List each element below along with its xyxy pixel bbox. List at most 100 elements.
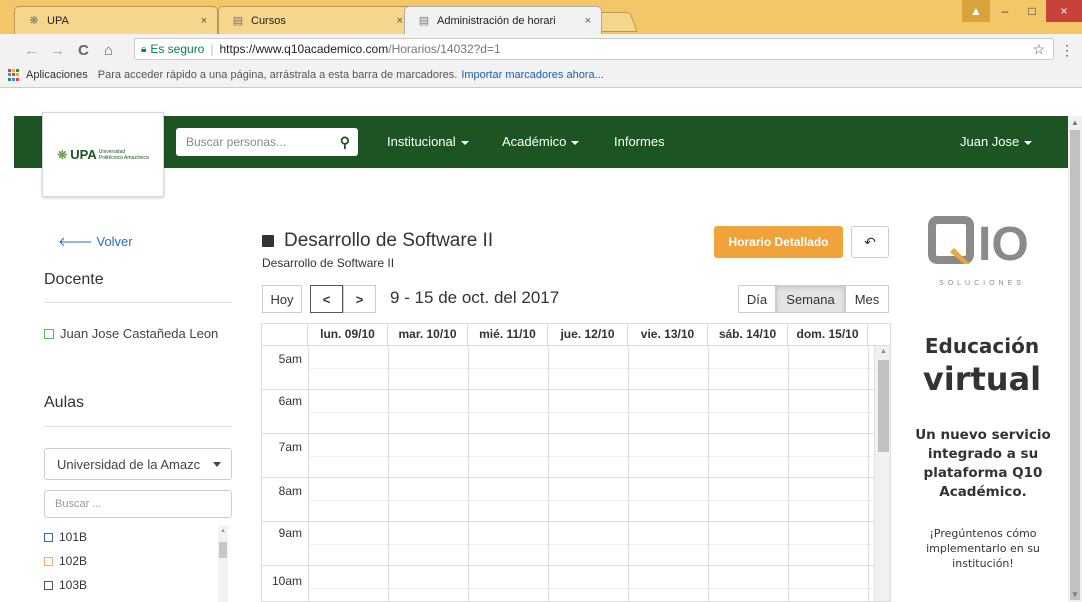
tab-close-icon[interactable]: × [397, 15, 403, 27]
half-hour-line [308, 456, 874, 457]
hour-row[interactable]: 6am [262, 390, 874, 434]
logo-sub-line2: Politécnico Amazónica [98, 154, 149, 161]
day-header[interactable]: sáb. 14/10 [708, 324, 788, 345]
address-bar[interactable]: 🔒︎ Es seguro | https://www.q10academico.… [134, 38, 1054, 60]
q10-advertisement[interactable]: IO SOLUCIONES Educación virtual Un nuevo… [896, 208, 1068, 602]
bookmarks-bar: Aplicaciones Para acceder rápido a una p… [0, 64, 1082, 86]
profile-icon[interactable]: ▲ [962, 0, 990, 22]
hour-label: 10am [271, 574, 302, 588]
hour-row[interactable]: 8am [262, 478, 874, 522]
half-hour-line [308, 544, 874, 545]
course-title: Desarrollo de Software II [262, 230, 493, 252]
hour-row[interactable]: 10am [262, 566, 874, 601]
tab-close-icon[interactable]: × [585, 15, 591, 27]
tab-cursos[interactable]: ▤ Cursos × [218, 6, 414, 34]
scroll-down-icon[interactable]: ▼ [1071, 590, 1079, 599]
scroll-up-icon[interactable]: ▲ [220, 528, 226, 534]
scroll-up-icon[interactable]: ▲ [1071, 118, 1079, 127]
ad-heading-2: virtual [922, 360, 1042, 398]
hour-row[interactable]: 7am [262, 434, 874, 478]
ad-pitch: Un nuevo servicio integrado a su platafo… [915, 427, 1051, 500]
url-path: /Horarios/14032?d=1 [388, 42, 501, 56]
forward-arrow-icon[interactable]: → [50, 42, 65, 59]
day-header[interactable]: dom. 15/10 [788, 324, 868, 345]
secure-label: Es seguro [150, 42, 205, 56]
teacher-heading: Docente [44, 271, 104, 288]
prev-week-button[interactable]: < [310, 285, 343, 313]
view-week-button[interactable]: Semana [776, 285, 845, 313]
day-header[interactable]: lun. 09/10 [308, 324, 388, 345]
hour-label: 7am [278, 440, 302, 454]
close-window-button[interactable]: × [1046, 0, 1082, 22]
half-hour-line [308, 368, 874, 369]
scrollbar-thumb[interactable] [1070, 130, 1080, 600]
half-hour-line [308, 588, 874, 589]
course-color-swatch [262, 235, 274, 247]
tab-upa[interactable]: ❋ UPA × [14, 6, 218, 34]
room-item-103b[interactable]: 103B [44, 578, 87, 592]
user-menu[interactable]: Juan Jose [960, 134, 1033, 149]
maximize-button[interactable]: □ [1019, 0, 1045, 22]
tab-close-icon[interactable]: × [201, 15, 207, 27]
chevron-down-icon [213, 462, 221, 467]
q10-logo-digits: IO [978, 220, 1029, 264]
upa-emblem-icon: ❋ [57, 147, 68, 162]
room-item-101b[interactable]: 101B [44, 530, 87, 544]
institution-logo[interactable]: ❋ UPA Universidad Politécnico Amazónica [42, 112, 164, 197]
rooms-heading: Aulas [44, 394, 85, 411]
back-arrow-icon[interactable]: ← [24, 42, 39, 59]
search-icon[interactable]: ⚲ [340, 134, 350, 151]
scrollbar-thumb[interactable] [219, 542, 227, 558]
undo-button[interactable]: ↶ [851, 226, 889, 258]
apps-grid-icon[interactable] [8, 69, 20, 81]
menu-academico[interactable]: Académico [502, 134, 580, 149]
teacher-item[interactable]: Juan Jose Castañeda Leon [44, 324, 234, 344]
tab-horarios[interactable]: ▤ Administración de horari × [404, 6, 602, 34]
calendar-grid[interactable]: 5am 6am 7am 8am 9am 10am ▲ [262, 346, 890, 601]
menu-label: Institucional [387, 134, 456, 149]
detailed-schedule-button[interactable]: Horario Detallado [714, 226, 843, 258]
scrollbar-thumb[interactable] [878, 360, 889, 452]
web-page: ⚲ Institucional Académico Informes Juan … [14, 88, 1068, 602]
menu-informes[interactable]: Informes [614, 134, 665, 149]
room-search-input[interactable] [44, 490, 232, 518]
day-header[interactable]: mar. 10/10 [388, 324, 468, 345]
checkbox-icon [44, 557, 53, 566]
hour-row[interactable]: 9am [262, 522, 874, 566]
scroll-up-icon[interactable]: ▲ [880, 348, 887, 355]
bookmark-star-icon[interactable]: ☆ [1032, 41, 1045, 58]
browser-menu-icon[interactable]: ⋮ [1060, 42, 1074, 59]
day-header[interactable]: vie. 13/10 [628, 324, 708, 345]
home-icon[interactable]: ⌂ [104, 42, 113, 59]
divider [44, 426, 232, 427]
rooms-scrollbar[interactable]: ▲ [218, 526, 228, 602]
tab-label: Cursos [251, 14, 286, 27]
week-calendar: lun. 09/10 mar. 10/10 mié. 11/10 jue. 12… [261, 323, 891, 602]
people-search-input[interactable] [186, 135, 326, 149]
view-month-button[interactable]: Mes [845, 285, 889, 313]
import-bookmarks-link[interactable]: Importar marcadores ahora... [461, 69, 603, 81]
campus-select-value: Universidad de la Amazc [57, 456, 201, 472]
day-header[interactable]: mié. 11/10 [468, 324, 548, 345]
grid-line [308, 346, 309, 601]
apps-bookmark[interactable]: Aplicaciones [26, 69, 88, 81]
browser-titlebar: ❋ UPA × ▤ Cursos × ▤ Administración de h… [0, 0, 1082, 34]
next-week-button[interactable]: > [343, 285, 376, 313]
reload-icon[interactable]: C [78, 42, 89, 59]
bookmarks-hint: Para acceder rápido a una página, arrást… [97, 69, 458, 81]
view-day-button[interactable]: Día [738, 285, 776, 313]
page-scrollbar[interactable]: ▲ ▼ [1068, 116, 1082, 602]
people-search[interactable]: ⚲ [176, 128, 358, 156]
room-item-102b[interactable]: 102B [44, 554, 87, 568]
minimize-button[interactable]: – [992, 0, 1018, 22]
today-button[interactable]: Hoy [262, 285, 302, 313]
campus-select[interactable]: Universidad de la Amazc [44, 448, 232, 480]
chevron-down-icon [1024, 140, 1033, 145]
calendar-scrollbar[interactable]: ▲ [874, 346, 890, 601]
calendar-header: lun. 09/10 mar. 10/10 mié. 11/10 jue. 12… [262, 324, 890, 346]
day-header[interactable]: jue. 12/10 [548, 324, 628, 345]
back-link[interactable]: 🡐︎ Volver [58, 234, 133, 250]
q10-logo-digits-text: IO [978, 220, 1029, 264]
hour-row[interactable]: 5am [262, 346, 874, 390]
menu-institucional[interactable]: Institucional [387, 134, 469, 149]
